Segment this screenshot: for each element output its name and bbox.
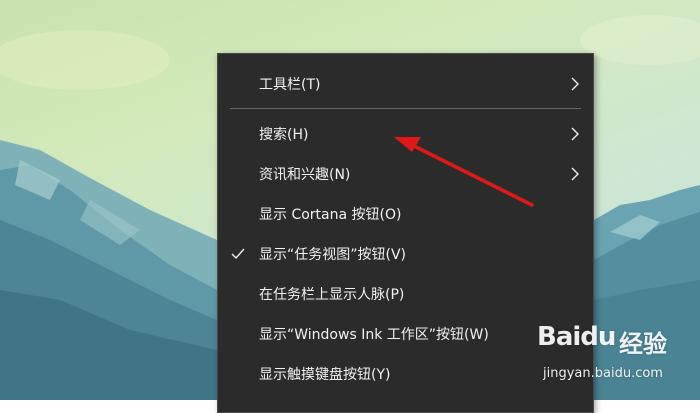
menu-item-label: 资讯和兴趣(N) [259, 167, 351, 183]
menu-separator [230, 108, 581, 109]
menu-item-label: 显示“Windows Ink 工作区”按钮(W) [259, 327, 489, 343]
watermark-brand-cn: 经验 [619, 330, 667, 358]
menu-item-label: 搜索(H) [259, 127, 309, 143]
baidu-jingyan-watermark: Baidu 经验 jingyan.baidu.com [537, 322, 697, 382]
menu-item-search[interactable]: 搜索(H) [218, 115, 593, 153]
watermark-site: jingyan.baidu.com [543, 366, 663, 381]
menu-item-show-cortana-button[interactable]: 显示 Cortana 按钮(O) [218, 195, 593, 233]
menu-item-label: 显示“任务视图”按钮(V) [259, 247, 407, 263]
chevron-right-icon [571, 167, 579, 181]
menu-item-show-task-view-button[interactable]: 显示“任务视图”按钮(V) [218, 235, 593, 273]
checkmark-icon [231, 248, 245, 260]
chevron-right-icon [571, 77, 579, 91]
chevron-right-icon [571, 127, 579, 141]
watermark-brand: Baidu [537, 322, 616, 352]
menu-item-toolbars[interactable]: 工具栏(T) [218, 65, 593, 103]
menu-item-label: 在任务栏上显示人脉(P) [259, 287, 405, 303]
menu-item-label: 显示触摸键盘按钮(Y) [259, 367, 391, 383]
menu-item-news-and-interests[interactable]: 资讯和兴趣(N) [218, 155, 593, 193]
menu-item-show-people[interactable]: 在任务栏上显示人脉(P) [218, 275, 593, 313]
menu-item-label: 工具栏(T) [259, 77, 321, 93]
menu-item-label: 显示 Cortana 按钮(O) [259, 207, 402, 223]
